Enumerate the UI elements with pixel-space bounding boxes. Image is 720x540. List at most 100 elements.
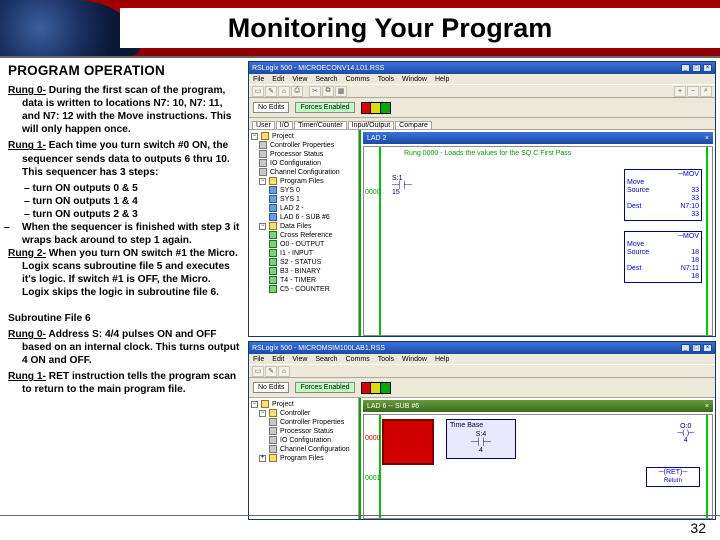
inner-close-icon[interactable]: × xyxy=(705,135,709,142)
sub-rung0-body: Address S: 4/4 pulses ON and OFF based o… xyxy=(22,329,239,366)
rung-comment: Rung 0000 - Loads the values for the SQ … xyxy=(404,150,571,157)
maximize-icon[interactable]: □ xyxy=(692,344,701,352)
paste-icon[interactable]: ▦ xyxy=(335,86,347,97)
rung2-body: When you turn ON switch #1 the Micro. Lo… xyxy=(22,248,238,298)
tree-item: Controller Properties xyxy=(251,418,356,427)
ladder-view-1[interactable]: LAD 2 × Rung 0000 - Loads the values for… xyxy=(359,130,715,336)
footer-divider xyxy=(0,515,720,516)
mov-instruction-1[interactable]: ─MOV Move Source 33 33 Dest N7:10 33 xyxy=(624,169,702,221)
titlebar-1[interactable]: RSLogix 500 - MICROECONV14.L01.RSS _ □ × xyxy=(249,62,715,74)
menu-view[interactable]: View xyxy=(292,76,307,83)
menu-view[interactable]: View xyxy=(292,356,307,363)
timebase-block[interactable]: Time Base S:4 ─┤├─ 4 xyxy=(446,419,516,459)
ladder-view-2[interactable]: LAD 6 -- SUB #6 × 0000 0001 Time Base S:… xyxy=(359,398,715,519)
left-rail xyxy=(379,147,381,335)
rung0-para: Rung 0- During the first scan of the pro… xyxy=(8,84,240,136)
section-heading: PROGRAM OPERATION xyxy=(8,62,240,79)
menu-edit[interactable]: Edit xyxy=(272,76,284,83)
project-tree-1[interactable]: −Project Controller Properties Processor… xyxy=(249,130,359,336)
tree-item: SYS 0 xyxy=(251,186,356,195)
save-icon[interactable]: ⌂ xyxy=(278,86,290,97)
status-toolbar-2: No Edits Forces Enabled xyxy=(249,378,715,398)
traffic-light-1 xyxy=(361,102,391,114)
light-green-icon xyxy=(381,383,390,393)
rung1-steps: turn ON outputs 0 & 5 turn ON outputs 1 … xyxy=(8,182,240,221)
tree-item: IO Configuration xyxy=(251,159,356,168)
copy-icon[interactable]: ⧉ xyxy=(322,86,334,97)
menu-help[interactable]: Help xyxy=(435,356,449,363)
tree-data-files: −Data Files xyxy=(251,222,356,231)
tab-inout[interactable]: Input/Output xyxy=(348,121,395,129)
selected-rung-highlight[interactable] xyxy=(382,419,434,465)
rslogix-window-2: RSLogix 500 - MICROMSIM100LAB1.RSS _ □ ×… xyxy=(248,341,716,520)
forces-enabled-2: Forces Enabled xyxy=(295,382,354,393)
menu-file[interactable]: File xyxy=(253,356,264,363)
tree-item: B3 - BINARY xyxy=(251,267,356,276)
titlebar-2[interactable]: RSLogix 500 - MICROMSIM100LAB1.RSS _ □ × xyxy=(249,342,715,354)
menu-edit[interactable]: Edit xyxy=(272,356,284,363)
menu-help[interactable]: Help xyxy=(435,76,449,83)
menu-window[interactable]: Window xyxy=(402,356,427,363)
tree-item: S2 - STATUS xyxy=(251,258,356,267)
step3: turn ON outputs 2 & 3 xyxy=(36,208,240,221)
inner-close-icon[interactable]: × xyxy=(705,403,709,410)
tree-item: LAD 6 - SUB #6 xyxy=(251,213,356,222)
rung1-body: Each time you turn switch #0 ON, the seq… xyxy=(22,140,230,177)
new-icon[interactable]: ▭ xyxy=(252,86,264,97)
rung1-para: Rung 1- Each time you turn switch #0 ON,… xyxy=(8,139,240,178)
close-icon[interactable]: × xyxy=(703,64,712,72)
contact-label: S:1─┤├─15 xyxy=(392,175,412,196)
new-icon[interactable]: ▭ xyxy=(252,366,264,377)
rung0-label: Rung 0- xyxy=(8,85,46,96)
title-text-2: RSLogix 500 - MICROMSIM100LAB1.RSS xyxy=(252,345,385,352)
screenshot-column: RSLogix 500 - MICROECONV14.L01.RSS _ □ ×… xyxy=(248,58,720,520)
menu-comms[interactable]: Comms xyxy=(346,356,370,363)
menu-comms[interactable]: Comms xyxy=(346,76,370,83)
close-icon[interactable]: × xyxy=(703,344,712,352)
menu-tools[interactable]: Tools xyxy=(378,356,394,363)
tab-user[interactable]: User xyxy=(252,121,275,129)
cut-icon[interactable]: ✂ xyxy=(309,86,321,97)
rung-number-0000: 0000 xyxy=(365,189,381,196)
tab-compare[interactable]: Compare xyxy=(395,121,432,129)
tree-item: I1 - INPUT xyxy=(251,249,356,258)
minimize-icon[interactable]: _ xyxy=(681,344,690,352)
tree-item: Controller Properties xyxy=(251,141,356,150)
zoom-in-icon[interactable]: + xyxy=(674,86,686,97)
menu-window[interactable]: Window xyxy=(402,76,427,83)
tab-io[interactable]: I/O xyxy=(276,121,293,129)
ladder-title-2[interactable]: LAD 6 -- SUB #6 × xyxy=(363,400,713,412)
tree-item: C5 - COUNTER xyxy=(251,285,356,294)
print-icon[interactable]: ⎙ xyxy=(291,86,303,97)
sub-heading: Subroutine File 6 xyxy=(8,312,240,325)
open-icon[interactable]: ✎ xyxy=(265,366,277,377)
maximize-icon[interactable]: □ xyxy=(692,64,701,72)
tree-item: Channel Configuration xyxy=(251,445,356,454)
find-icon[interactable]: ⌕ xyxy=(700,86,712,97)
tab-timer[interactable]: Timer/Counter xyxy=(294,121,346,129)
ladder-inner-1: Rung 0000 - Loads the values for the SQ … xyxy=(363,146,713,336)
zoom-out-icon[interactable]: − xyxy=(687,86,699,97)
menu-search[interactable]: Search xyxy=(315,76,337,83)
rslogix-window-1: RSLogix 500 - MICROECONV14.L01.RSS _ □ ×… xyxy=(248,61,716,337)
output-coil: O:0─( )─4 xyxy=(677,423,694,444)
seq-wrap: When the sequencer is finished with step… xyxy=(8,221,240,247)
open-icon[interactable]: ✎ xyxy=(265,86,277,97)
mov-instruction-2[interactable]: ─MOV Move Source 18 18 Dest N7:11 18 xyxy=(624,231,702,283)
ret-instruction[interactable]: ─(RET)─Return xyxy=(646,467,700,487)
project-tree-2[interactable]: −Project −Controller Controller Properti… xyxy=(249,398,359,519)
light-yellow-icon xyxy=(371,383,380,393)
sub-rung0: Rung 0- Address S: 4/4 pulses ON and OFF… xyxy=(8,328,240,367)
body-split-1: −Project Controller Properties Processor… xyxy=(249,130,715,336)
save-icon[interactable]: ⌂ xyxy=(278,366,290,377)
menu-file[interactable]: File xyxy=(253,76,264,83)
tree-item: IO Configuration xyxy=(251,436,356,445)
forces-enabled-1: Forces Enabled xyxy=(295,102,354,113)
menu-tools[interactable]: Tools xyxy=(378,76,394,83)
menu-search[interactable]: Search xyxy=(315,356,337,363)
text-column: PROGRAM OPERATION Rung 0- During the fir… xyxy=(0,58,248,520)
tree-root-1: −Project xyxy=(251,132,356,141)
minimize-icon[interactable]: _ xyxy=(681,64,690,72)
ladder-title-1[interactable]: LAD 2 × xyxy=(363,132,713,144)
toolbar-2: ▭ ✎ ⌂ xyxy=(249,364,715,378)
